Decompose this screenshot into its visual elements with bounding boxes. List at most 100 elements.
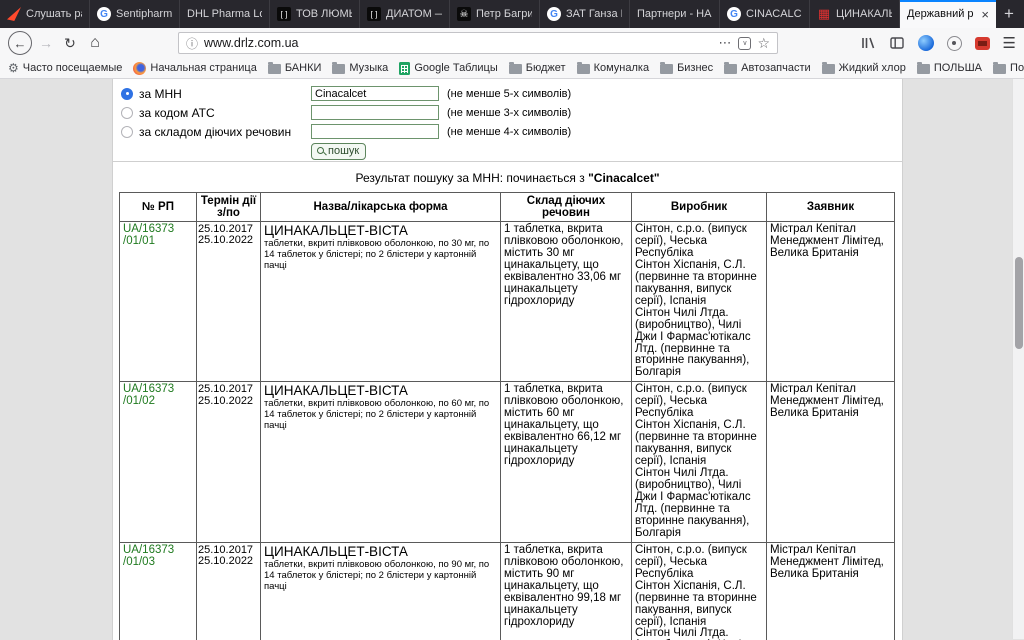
result-heading-query: "Cinacalcet" [588,171,659,185]
url-bar[interactable]: ⓘ www.drlz.com.ua ⋯ ☆ [178,32,778,54]
table-row: UA/16373 /01/03 25.10.2017 25.10.2022 ЦИ… [120,542,895,640]
browser-tab[interactable]: Петр Багрий [450,0,540,28]
validity-dates: 25.10.2017 25.10.2022 [197,542,261,640]
library-icon[interactable] [860,35,876,51]
tab-title: ДИАТОМ — К [386,8,442,20]
drug-name-cell: ЦИНАКАЛЬЦЕТ-ВІСТА таблетки, вкриті плівк… [261,542,501,640]
radio-button[interactable] [121,107,133,119]
composition-cell: 1 таблетка, вкрита плівковою оболонкою, … [501,382,632,542]
bookmark-item[interactable]: Музыка [332,62,388,74]
bookmark-icon [8,61,19,75]
browser-tab[interactable]: CINACALCET [720,0,810,28]
bookmark-item[interactable]: Автозапчасти [724,62,811,74]
search-button[interactable]: пошук [311,143,366,160]
registration-number-link[interactable]: UA/16373 /01/03 [120,542,197,640]
bookmark-item[interactable]: Google Таблицы [399,62,497,75]
bookmark-item[interactable]: Часто посещаемые [8,61,122,75]
page-actions-icon[interactable]: ⋯ [718,35,732,51]
scrollbar-thumb[interactable] [1015,257,1023,349]
browser-tab[interactable]: Слушать рад [0,0,90,28]
tab-title: Партнери - HAN [637,8,712,20]
applicant-cell: Містрал Кепітал Менеджмент Лімітед, Вели… [767,542,895,640]
search-form: за МНН (не менше 5-х символів) за кодом … [113,82,902,162]
input-hint: (не менше 4-х символів) [447,126,571,138]
column-header: № РП [120,193,197,222]
composition-cell: 1 таблетка, вкрита плівковою оболонкою, … [501,222,632,382]
extension-red-icon[interactable] [975,37,990,50]
site-info-icon[interactable]: ⓘ [186,35,198,52]
tab-title: Петр Багрий [476,8,532,20]
close-icon[interactable]: × [978,7,989,22]
validity-dates: 25.10.2017 25.10.2022 [197,382,261,542]
table-row: UA/16373 /01/02 25.10.2017 25.10.2022 ЦИ… [120,382,895,542]
table-header-row: № РП Термін дії з/по Назва/лікарська фор… [120,193,895,222]
extension-bubble-icon[interactable] [947,36,962,51]
tab-title: Sentipharm A [116,8,172,20]
browser-tab-active[interactable]: Державний р × [900,0,996,28]
drug-name-cell: ЦИНАКАЛЬЦЕТ-ВІСТА таблетки, вкриті плівк… [261,222,501,382]
manufacturer-cell: Сінтон, с.р.о. (випуск серії), Чеська Ре… [632,222,767,382]
validity-dates: 25.10.2017 25.10.2022 [197,222,261,382]
hamburger-menu-icon[interactable]: ☰ [1003,34,1016,52]
search-input[interactable] [311,124,439,139]
bookmark-label: Музыка [349,62,388,74]
sidebar-icon[interactable] [889,35,905,51]
navigation-toolbar: ← → ↻ ⌂ ⓘ www.drlz.com.ua ⋯ ☆ ☰ [0,28,1024,58]
bookmark-icon [133,62,146,75]
search-button-row: пошук [121,141,902,161]
forward-button[interactable]: → [36,35,56,51]
browser-tab[interactable]: ДИАТОМ — К [360,0,450,28]
column-header: Назва/лікарська форма [261,193,501,222]
reload-button[interactable]: ↻ [60,35,80,52]
drug-name-cell: ЦИНАКАЛЬЦЕТ-ВІСТА таблетки, вкриті плівк… [261,382,501,542]
registration-number-link[interactable]: UA/16373 /01/01 [120,222,197,382]
browser-tab[interactable]: ЦИНАКАЛЬЦ [810,0,900,28]
tab-title: Державний р [907,8,973,20]
magnifier-icon [317,147,324,154]
browser-tab[interactable]: DHL Pharma Logi [180,0,270,28]
bookmark-item[interactable]: БАНКИ [268,62,322,74]
browser-tab[interactable]: Партнери - HAN [630,0,720,28]
registration-number-link[interactable]: UA/16373 /01/02 [120,382,197,542]
bookmark-item[interactable]: ПОЛЬША [917,62,982,74]
drug-form: таблетки, вкриті плівковою оболонкою, по… [264,239,497,272]
bookmark-item[interactable]: Бюджет [509,62,566,74]
bookmark-item[interactable]: Погрузка пеллет [993,62,1024,74]
url-text[interactable]: www.drlz.com.ua [204,36,712,50]
tab-favicon [97,7,111,21]
pocket-icon[interactable] [738,37,751,50]
browser-tab[interactable]: ЗАТ Ганза Ба [540,0,630,28]
tab-title: DHL Pharma Logi [187,8,262,20]
column-header: Склад діючих речовин [501,193,632,222]
bookmark-item[interactable]: Жидкий хлор [822,62,906,74]
new-tab-button[interactable]: + [996,0,1022,28]
search-input[interactable] [311,105,439,120]
extension-blue-icon[interactable] [918,35,934,51]
bookmark-star-icon[interactable]: ☆ [757,35,770,52]
tab-title: ЗАТ Ганза Ба [566,8,622,20]
search-input[interactable] [311,86,439,101]
bookmark-item[interactable]: Комуналка [577,62,650,74]
home-button[interactable]: ⌂ [84,34,106,52]
bookmark-item[interactable]: Бизнес [660,62,713,74]
column-header: Виробник [632,193,767,222]
tab-title: CINACALCET [746,8,802,20]
back-button[interactable]: ← [8,31,32,55]
bookmarks-bar: Часто посещаемые Начальная страница БАНК… [0,58,1024,79]
bookmark-item[interactable]: Начальная страница [133,62,256,75]
tab-favicon [7,7,21,21]
browser-tab[interactable]: Sentipharm A [90,0,180,28]
bookmark-icon [822,64,835,74]
bookmark-label: ПОЛЬША [934,62,982,74]
search-button-label: пошук [328,145,359,157]
bookmark-label: Часто посещаемые [23,62,123,74]
radio-button[interactable] [121,88,133,100]
drug-name: ЦИНАКАЛЬЦЕТ-ВІСТА [264,224,497,238]
tab-favicon [367,7,381,21]
radio-button[interactable] [121,126,133,138]
table-row: UA/16373 /01/01 25.10.2017 25.10.2022 ЦИ… [120,222,895,382]
bookmark-icon [660,64,673,74]
browser-tab[interactable]: ТОВ ЛЮМЬЕ [270,0,360,28]
drug-form: таблетки, вкриті плівковою оболонкою, по… [264,399,497,432]
page-scrollbar[interactable] [1012,79,1024,639]
